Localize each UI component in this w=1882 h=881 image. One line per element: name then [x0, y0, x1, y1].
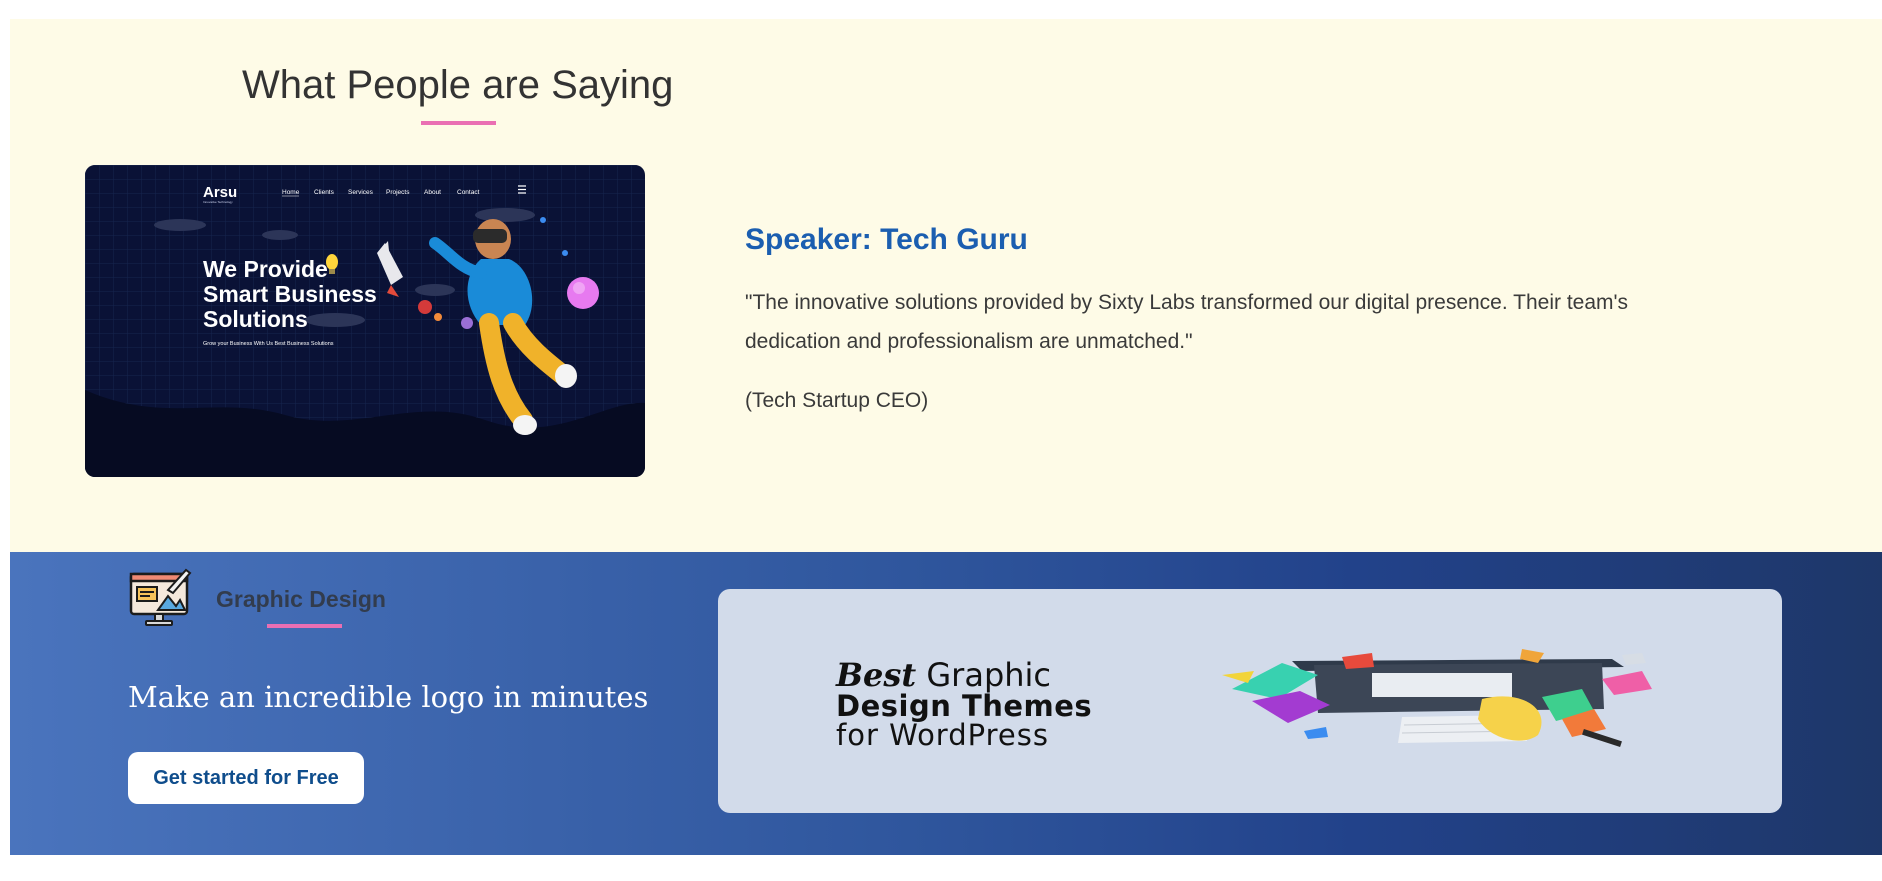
image-nav-home: Home [282, 189, 300, 196]
image-nav-projects: Projects [386, 189, 410, 196]
title-underline [421, 121, 496, 125]
banner-text: Best Graphic Design Themes for WordPress [836, 659, 1093, 752]
image-headline-2: Smart Business [203, 281, 377, 307]
promo-banner-image: Best Graphic Design Themes for WordPress [718, 589, 1782, 813]
image-headline-3: Solutions [203, 306, 308, 332]
promo-category: Graphic Design [216, 586, 386, 612]
banner-line-1: Best Graphic [836, 659, 1092, 691]
image-nav-clients: Clients [314, 189, 335, 196]
banner-line-3: for WordPress [836, 718, 1049, 752]
image-nav-about: About [424, 189, 441, 196]
category-underline [267, 624, 342, 628]
image-nav-contact: Contact [457, 189, 480, 196]
image-subtext: Grow your Business With Us Best Business… [203, 341, 334, 347]
image-logo-tagline: Innovative Technology [203, 200, 233, 204]
image-headline-1: We Provide [203, 256, 328, 282]
image-nav-services: Services [348, 189, 374, 196]
testimonial-image: Arsu Innovative Technology Home Clients … [85, 165, 645, 477]
promo-heading: Make an incredible logo in minutes [128, 680, 649, 714]
image-logo: Arsu [203, 184, 237, 201]
section-title: What People are Saying [242, 63, 674, 107]
graphic-design-monitor-icon [128, 566, 192, 630]
testimonials-section: What People are Saying Arsu Innovative T… [10, 19, 1882, 552]
graphic-design-promo: Graphic Design Make an incredible logo i… [10, 552, 1882, 855]
design-tools-illustration [1222, 649, 1652, 748]
testimonial-quote: "The innovative solutions provided by Si… [745, 291, 1629, 353]
get-started-button[interactable]: Get started for Free [128, 752, 364, 804]
banner-line-2: Design Themes [836, 689, 1093, 723]
speaker-name: Speaker: Tech Guru [745, 223, 1028, 256]
speaker-role: (Tech Startup CEO) [745, 389, 929, 412]
